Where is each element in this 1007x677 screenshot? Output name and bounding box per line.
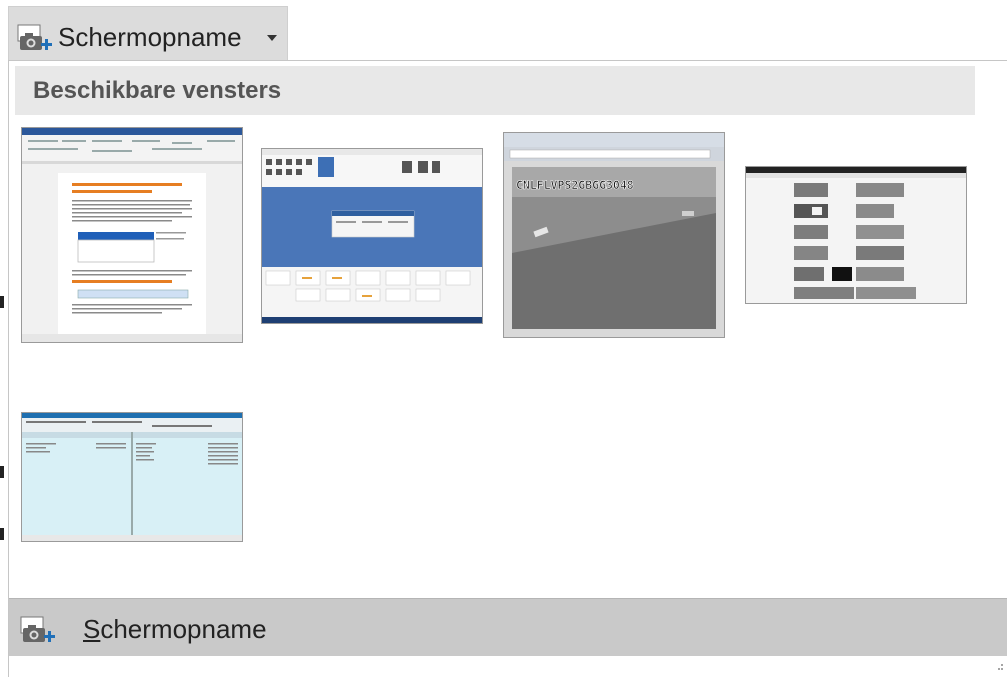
edge-marker — [0, 296, 4, 308]
resize-grip-icon[interactable] — [998, 663, 1004, 673]
camera-plus-icon — [17, 24, 52, 50]
available-windows-header: Beschikbare vensters — [15, 66, 975, 115]
window-thumbnail-photo-gallery[interactable] — [745, 166, 967, 304]
window-thumbnail-file-manager[interactable] — [21, 412, 243, 542]
screenshot-ribbon-label: Schermopname — [58, 22, 242, 52]
photo-gallery-preview — [746, 167, 966, 299]
camera-viewer-preview: CNLFLVPS2GBGG3048 — [504, 133, 724, 337]
chevron-down-icon — [267, 35, 277, 41]
screenshot-ribbon-button[interactable]: Schermopname — [8, 6, 288, 61]
screenshot-menu-item[interactable]: Schermopname — [9, 598, 1007, 656]
camera-overlay-text: CNLFLVPS2GBGG3048 — [516, 178, 634, 192]
edge-marker — [0, 466, 4, 478]
screenshot-menu-label: Schermopname — [83, 614, 267, 644]
dialog-app-preview — [262, 149, 482, 323]
word-document-preview — [22, 128, 242, 342]
edge-marker — [0, 528, 4, 540]
file-manager-preview — [22, 413, 242, 541]
available-windows-title: Beschikbare vensters — [33, 77, 282, 104]
window-thumbnail-word-document[interactable] — [21, 127, 243, 343]
window-thumbnail-dialog-app[interactable] — [261, 148, 483, 324]
camera-plus-icon — [20, 616, 55, 642]
window-thumbnail-camera-viewer[interactable]: CNLFLVPS2GBGG3048 — [503, 132, 725, 338]
